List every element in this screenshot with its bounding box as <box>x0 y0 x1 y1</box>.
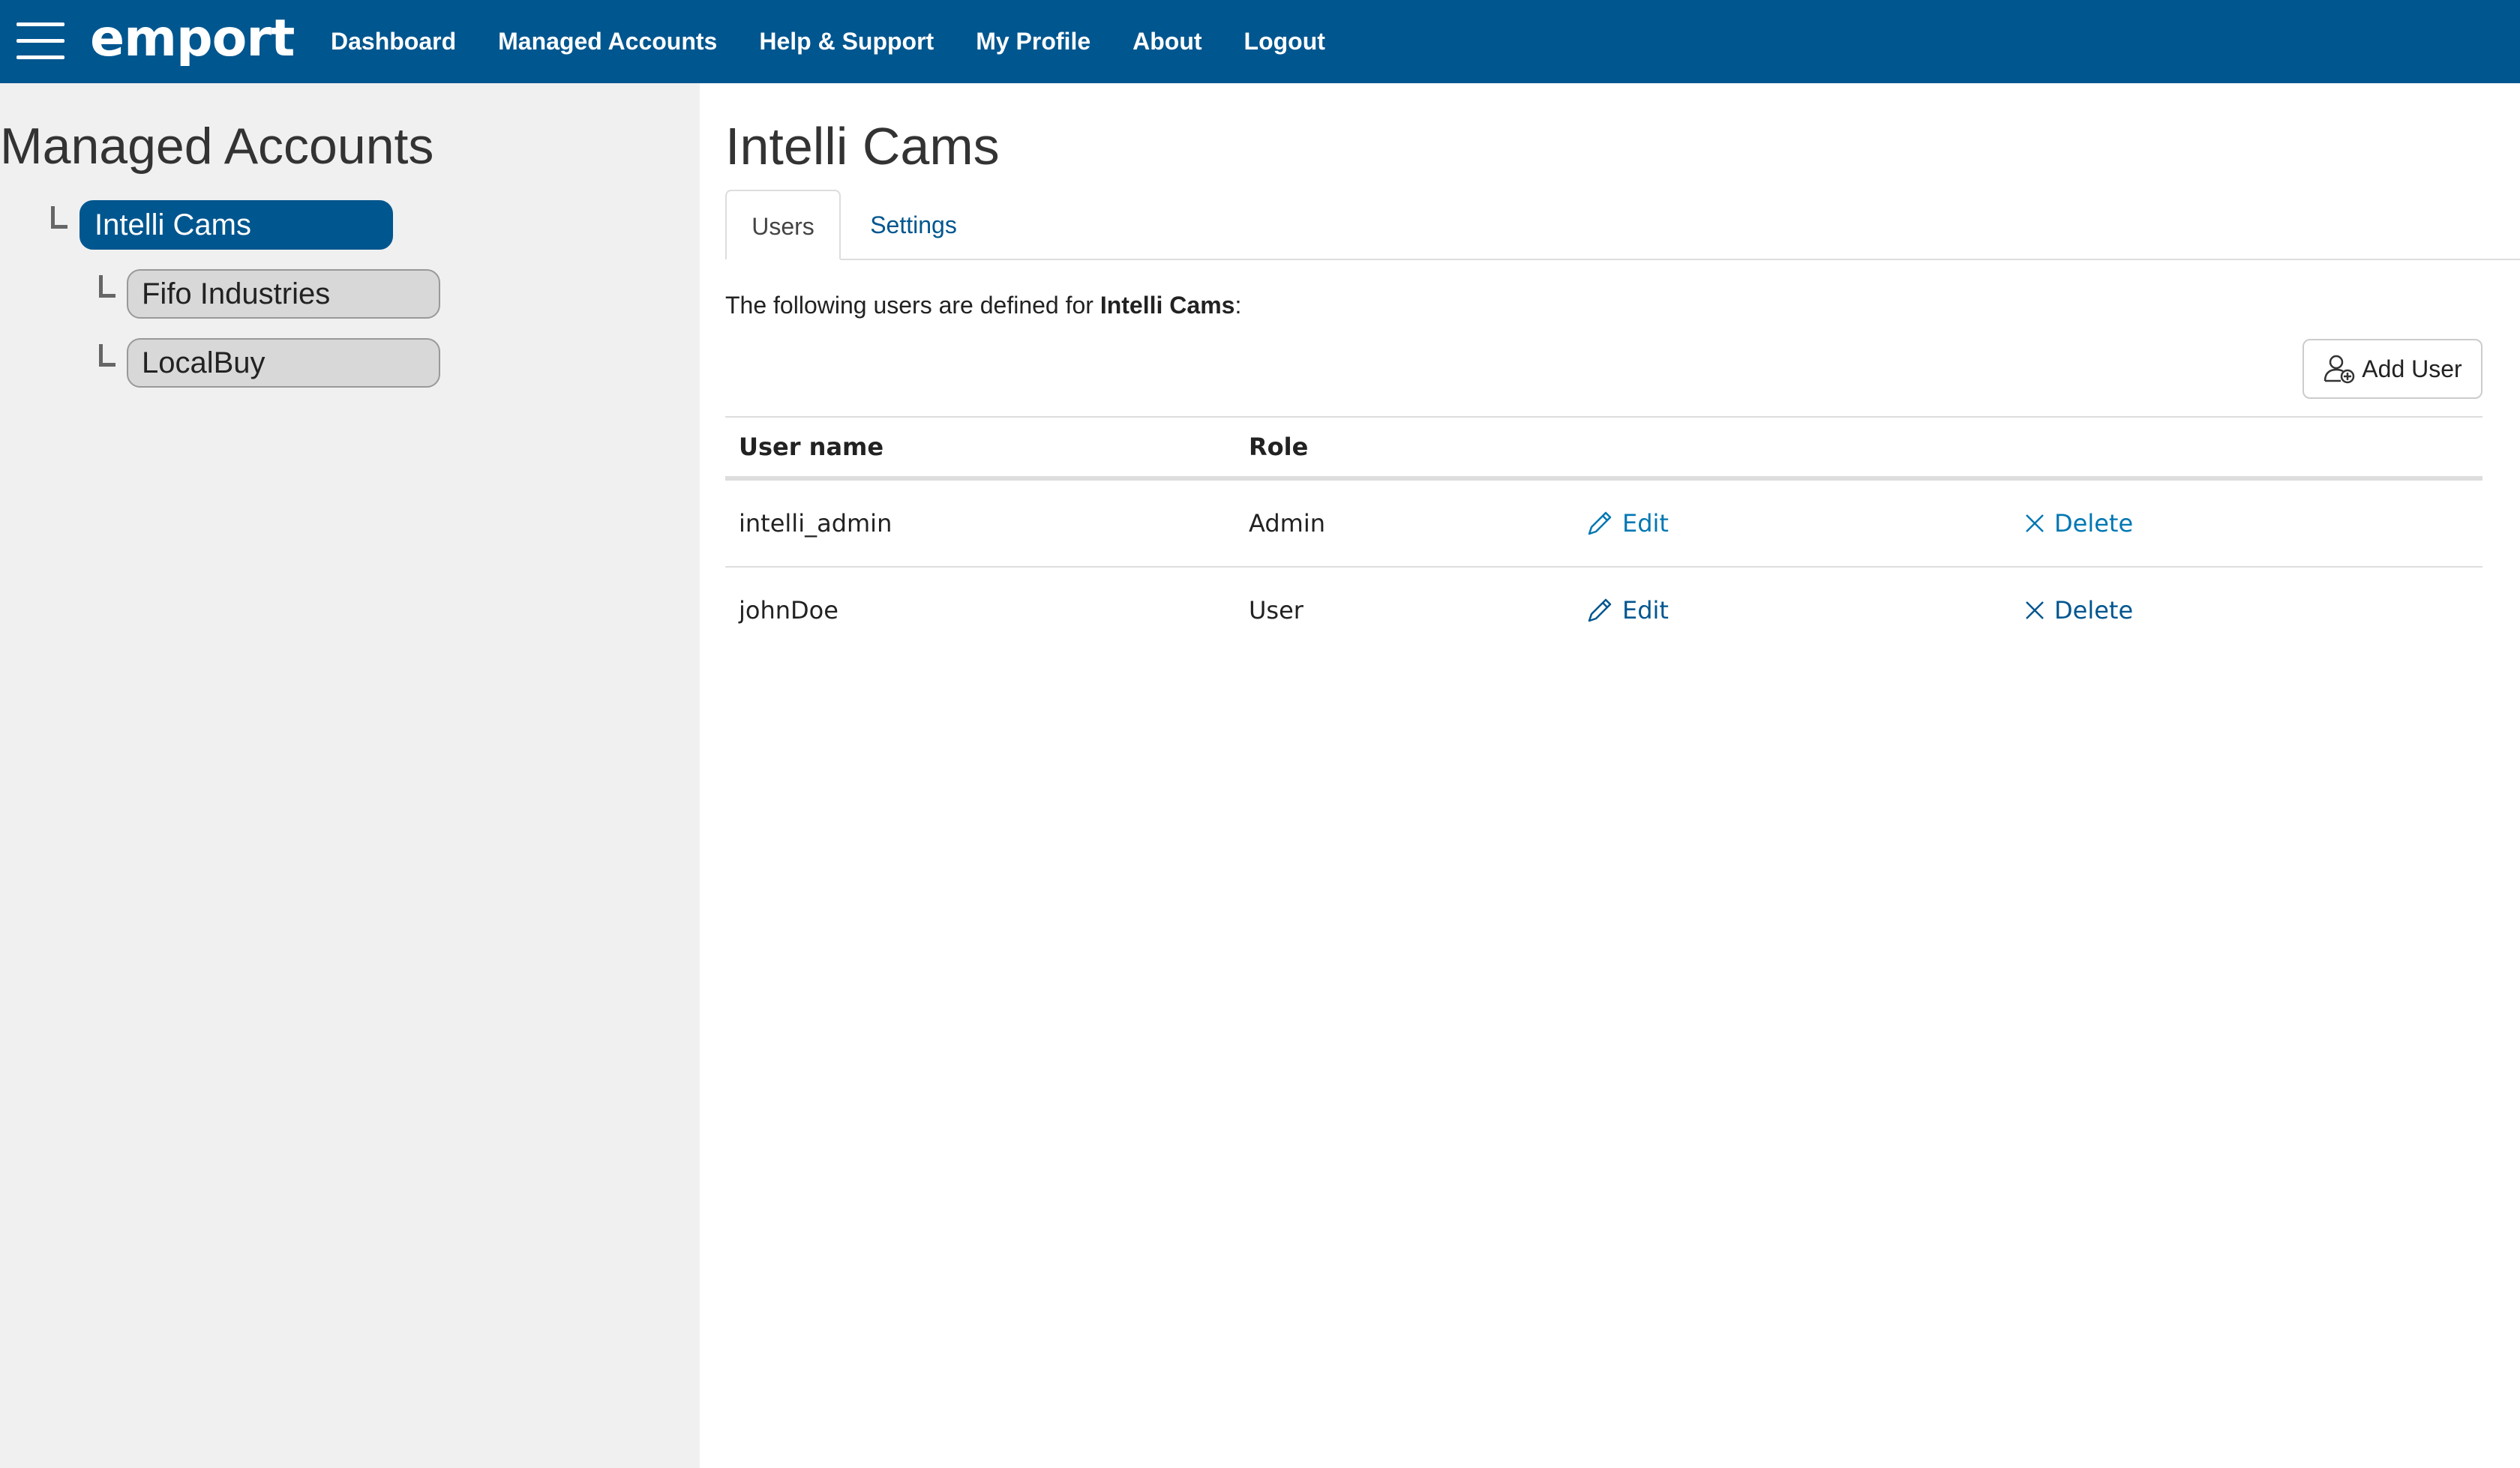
users-intro-text: The following users are defined for Inte… <box>725 292 1241 319</box>
tree-item-fifo-industries[interactable]: Fifo Industries <box>127 269 440 319</box>
sidebar-title: Managed Accounts <box>0 118 434 175</box>
tabs-divider <box>725 259 2520 260</box>
username-cell: intelli_admin <box>739 509 892 538</box>
hamburger-menu-icon[interactable] <box>16 22 64 60</box>
column-header-username: User name <box>739 433 884 461</box>
nav-my-profile[interactable]: My Profile <box>976 28 1090 55</box>
role-cell: User <box>1249 596 1304 625</box>
tree-connector-icon <box>99 275 116 298</box>
main-nav: Dashboard Managed Accounts Help & Suppor… <box>331 0 1367 83</box>
delete-user-button[interactable]: Delete <box>2023 596 2133 625</box>
users-table: User name Role intelli_admin Admin Edit <box>725 416 2482 653</box>
edit-label: Edit <box>1622 509 1669 538</box>
intro-account-name: Intelli Cams <box>1100 292 1235 319</box>
tab-settings[interactable]: Settings <box>854 190 974 260</box>
intro-prefix: The following users are defined for <box>725 292 1100 319</box>
close-icon <box>2026 601 2044 619</box>
pencil-icon <box>1588 598 1612 622</box>
edit-user-button[interactable]: Edit <box>1585 595 1669 625</box>
nav-logout[interactable]: Logout <box>1244 28 1325 55</box>
edit-label: Edit <box>1622 596 1669 625</box>
nav-dashboard[interactable]: Dashboard <box>331 28 456 55</box>
main-content: Intelli Cams Users Settings The followin… <box>700 83 2520 1468</box>
tab-users[interactable]: Users <box>725 190 841 260</box>
add-user-icon <box>2324 355 2355 384</box>
edit-user-button[interactable]: Edit <box>1585 508 1669 538</box>
delete-label: Delete <box>2054 509 2134 538</box>
nav-managed-accounts[interactable]: Managed Accounts <box>498 28 717 55</box>
nav-about[interactable]: About <box>1132 28 1202 55</box>
add-user-label: Add User <box>2362 355 2462 382</box>
close-icon <box>2026 514 2044 532</box>
role-cell: Admin <box>1249 509 1325 538</box>
delete-user-button[interactable]: Delete <box>2023 509 2133 538</box>
emport-logo[interactable]: emport <box>90 9 295 69</box>
table-header-row: User name Role <box>725 416 2482 479</box>
username-cell: johnDoe <box>739 596 838 625</box>
sidebar: Managed Accounts Intelli Cams Fifo Indus… <box>0 83 700 1468</box>
column-header-role: Role <box>1249 433 1309 461</box>
tree-item-intelli-cams[interactable]: Intelli Cams <box>80 200 393 250</box>
table-row: intelli_admin Admin Edit Delete <box>725 479 2482 566</box>
tree-item-localbuy[interactable]: LocalBuy <box>127 338 440 388</box>
table-row: johnDoe User Edit Delete <box>725 566 2482 653</box>
top-nav-bar: emport Dashboard Managed Accounts Help &… <box>0 0 2520 83</box>
nav-help-support[interactable]: Help & Support <box>759 28 934 55</box>
page-title: Intelli Cams <box>725 117 1000 175</box>
pencil-icon <box>1588 511 1612 535</box>
tree-connector-icon <box>99 344 116 367</box>
intro-suffix: : <box>1234 292 1242 319</box>
add-user-button[interactable]: Add User <box>2302 339 2482 399</box>
tree-connector-icon <box>51 206 68 229</box>
delete-label: Delete <box>2054 596 2134 625</box>
